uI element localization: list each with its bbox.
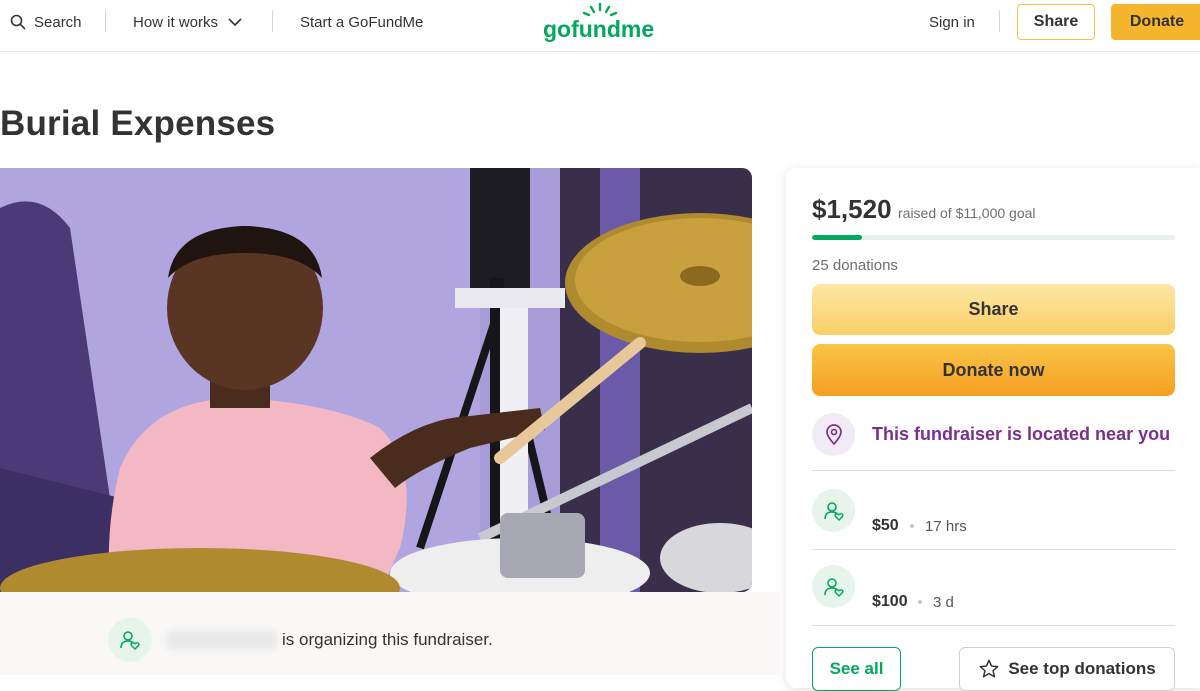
- donation-amount: $50: [872, 517, 899, 534]
- donor-icon: [812, 489, 855, 532]
- user-heart-icon: [120, 631, 140, 650]
- start-gofundme-label: Start a GoFundMe: [300, 13, 424, 31]
- progress-bar: [812, 235, 1175, 240]
- search-icon: [10, 14, 26, 30]
- campaign-title: Burial Expenses: [0, 104, 276, 143]
- amount-raised: $1,520: [812, 194, 892, 224]
- divider: [812, 470, 1175, 471]
- donation-time: 3 d: [933, 594, 954, 611]
- see-top-donations-button[interactable]: See top donations: [959, 647, 1175, 691]
- logo-sun-icon: gofundme: [543, 2, 654, 42]
- share-button[interactable]: Share: [812, 284, 1175, 335]
- donate-now-button[interactable]: Donate now: [812, 344, 1175, 396]
- user-heart-icon: [823, 501, 844, 521]
- top-navigation-bar: Search How it works Start a GoFundMe gof…: [0, 0, 1200, 52]
- donor-icon: [812, 565, 855, 608]
- see-top-donations-label: See top donations: [1008, 659, 1156, 678]
- progress-fill: [812, 235, 863, 240]
- donation-time: 17 hrs: [925, 518, 967, 535]
- campaign-photo: [0, 168, 752, 592]
- separator-dot: [910, 524, 914, 528]
- nav-divider: [999, 10, 1000, 32]
- gofundme-logo[interactable]: gofundme: [543, 2, 659, 46]
- location-text: This fundraiser is located near you: [872, 424, 1171, 444]
- sign-in-label: Sign in: [929, 13, 975, 31]
- nav-divider: [272, 10, 273, 32]
- how-it-works-menu[interactable]: How it works: [133, 0, 242, 44]
- donation-count: 25 donations: [812, 257, 898, 274]
- donation-amount: $100: [872, 593, 908, 610]
- organizer-avatar: [108, 618, 152, 662]
- divider: [812, 549, 1175, 550]
- divider: [812, 625, 1175, 626]
- start-gofundme-link[interactable]: Start a GoFundMe: [300, 0, 423, 44]
- see-all-button[interactable]: See all: [812, 647, 901, 691]
- header-share-button[interactable]: Share: [1017, 4, 1095, 40]
- user-heart-icon: [823, 577, 844, 597]
- organizer-name-blurred: [166, 630, 278, 650]
- star-icon: [979, 659, 999, 678]
- search-link[interactable]: Search: [10, 0, 82, 44]
- location-pin-icon: [812, 413, 855, 456]
- search-label: Search: [34, 13, 82, 31]
- sign-in-link[interactable]: Sign in: [929, 0, 975, 44]
- separator-dot: [918, 600, 922, 604]
- header-donate-button[interactable]: Donate: [1111, 4, 1200, 40]
- organizer-text: is organizing this fundraiser.: [282, 630, 493, 649]
- goal-text: raised of $11,000 goal: [898, 205, 1036, 221]
- chevron-down-icon: [228, 18, 242, 27]
- logo-text: gofundme: [543, 16, 654, 42]
- how-it-works-label: How it works: [133, 13, 219, 31]
- nav-divider: [105, 10, 106, 32]
